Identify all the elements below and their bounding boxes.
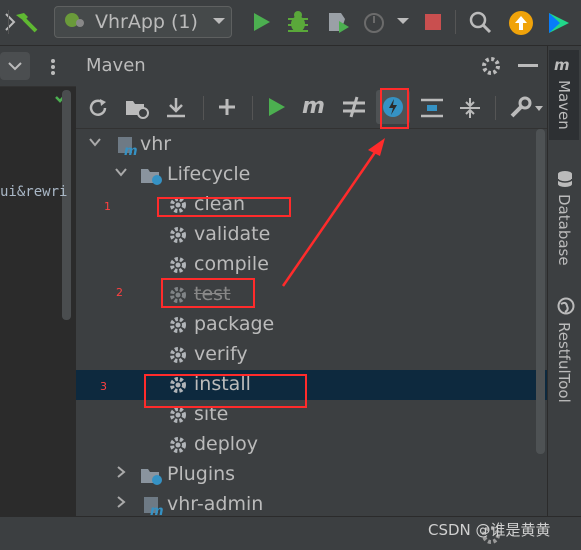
- annotation-arrow: [281, 138, 385, 287]
